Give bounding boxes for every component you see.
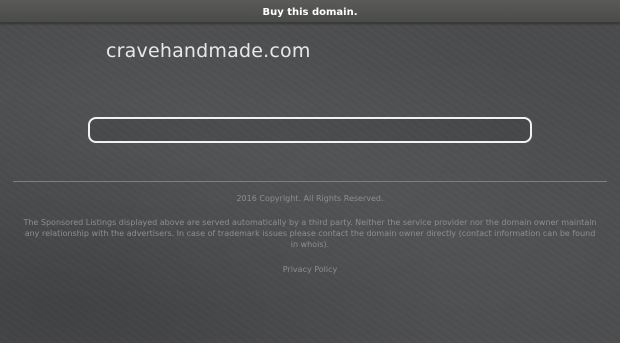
top-banner: Buy this domain.: [0, 0, 620, 23]
disclaimer-text: The Sponsored Listings displayed above a…: [23, 218, 597, 249]
footer: 2016 Copyright. All Rights Reserved. The…: [0, 193, 620, 275]
divider: [13, 181, 607, 182]
copyright-text: 2016 Copyright. All Rights Reserved.: [236, 194, 384, 203]
privacy-policy-link[interactable]: Privacy Policy: [283, 264, 338, 275]
buy-domain-link[interactable]: Buy this domain.: [262, 2, 357, 24]
search-input[interactable]: [88, 117, 532, 143]
domain-title: cravehandmade.com: [106, 40, 311, 62]
